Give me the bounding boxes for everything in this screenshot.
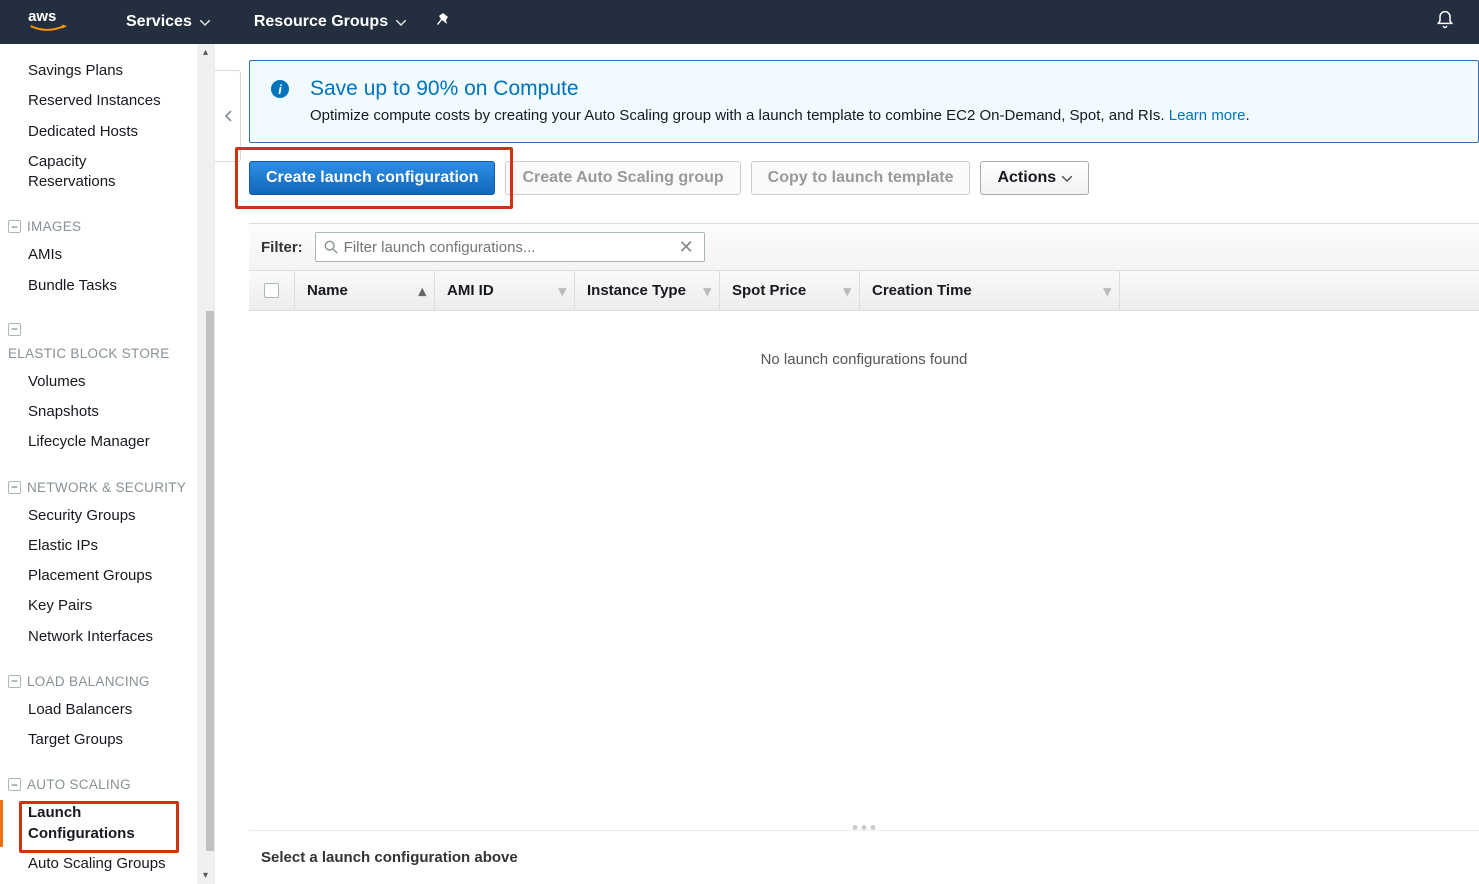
info-icon: i bbox=[270, 79, 290, 124]
sidebar-scrollbar[interactable]: ▴ ▾ bbox=[197, 44, 214, 884]
notifications-icon[interactable] bbox=[1435, 10, 1455, 35]
scroll-down-icon[interactable]: ▾ bbox=[197, 867, 214, 884]
svg-text:i: i bbox=[278, 82, 282, 97]
create-launch-configuration-button[interactable]: Create launch configuration bbox=[249, 161, 495, 195]
empty-message: No launch configurations found bbox=[249, 311, 1479, 408]
sidebar-item-security-groups[interactable]: Security Groups bbox=[8, 501, 214, 531]
chevron-down-icon bbox=[200, 13, 210, 31]
resource-groups-label: Resource Groups bbox=[254, 13, 388, 31]
filter-label: Filter: bbox=[261, 239, 303, 256]
top-nav: aws Services Resource Groups bbox=[0, 0, 1479, 44]
sidebar-item-auto-scaling-groups[interactable]: Auto Scaling Groups bbox=[8, 849, 214, 879]
collapse-icon[interactable]: − bbox=[8, 220, 21, 233]
collapse-icon[interactable]: − bbox=[8, 675, 21, 688]
resize-handle[interactable] bbox=[853, 825, 876, 830]
sort-icon: ▾ bbox=[1103, 282, 1111, 300]
column-ami-id[interactable]: AMI ID ▾ bbox=[435, 271, 575, 310]
aws-logo[interactable]: aws bbox=[24, 7, 82, 37]
sidebar-collapse-button[interactable] bbox=[215, 70, 241, 162]
pin-icon[interactable] bbox=[436, 12, 452, 33]
info-banner: i Save up to 90% on Compute Optimize com… bbox=[249, 60, 1479, 143]
sort-asc-icon: ▴ bbox=[418, 282, 426, 300]
sidebar-item-volumes[interactable]: Volumes bbox=[8, 367, 214, 397]
banner-title: Save up to 90% on Compute bbox=[310, 77, 1250, 101]
sidebar-section-label: ELASTIC BLOCK STORE bbox=[8, 346, 170, 361]
table-body: No launch configurations found bbox=[249, 311, 1479, 831]
action-bar: Create launch configuration Create Auto … bbox=[249, 161, 1479, 195]
search-icon bbox=[324, 240, 338, 254]
detail-panel: Select a launch configuration above bbox=[249, 831, 1479, 884]
sidebar-section-ebs: ELASTIC BLOCK STORE bbox=[8, 346, 214, 361]
sidebar-section-network: − NETWORK & SECURITY bbox=[8, 480, 214, 495]
detail-message: Select a launch configuration above bbox=[261, 849, 518, 866]
column-name[interactable]: Name ▴ bbox=[295, 271, 435, 310]
sidebar-item-target-groups[interactable]: Target Groups bbox=[8, 725, 214, 755]
filter-bar: Filter: ✕ bbox=[249, 223, 1479, 271]
main-content: i Save up to 90% on Compute Optimize com… bbox=[241, 44, 1479, 884]
sidebar-section-blank: − bbox=[8, 323, 214, 336]
actions-menu-button[interactable]: Actions bbox=[980, 161, 1089, 195]
chevron-down-icon bbox=[396, 13, 406, 31]
sidebar-section-label: LOAD BALANCING bbox=[27, 674, 150, 689]
svg-text:aws: aws bbox=[28, 9, 56, 25]
sidebar-item-dedicated-hosts[interactable]: Dedicated Hosts bbox=[8, 117, 214, 147]
banner-body: Optimize compute costs by creating your … bbox=[310, 107, 1250, 124]
sidebar-section-images: − IMAGES bbox=[8, 219, 214, 234]
sidebar-section-lb: − LOAD BALANCING bbox=[8, 674, 214, 689]
sort-icon: ▾ bbox=[843, 282, 851, 300]
select-all-checkbox[interactable] bbox=[264, 283, 279, 298]
sidebar-item-launch-configurations[interactable]: Launch Configurations bbox=[8, 798, 158, 849]
sidebar-item-snapshots[interactable]: Snapshots bbox=[8, 397, 214, 427]
learn-more-link[interactable]: Learn more bbox=[1169, 107, 1246, 124]
create-auto-scaling-group-button: Create Auto Scaling group bbox=[505, 161, 740, 195]
scroll-thumb[interactable] bbox=[206, 311, 216, 851]
sidebar-item-network-interfaces[interactable]: Network Interfaces bbox=[8, 622, 214, 652]
resource-groups-menu[interactable]: Resource Groups bbox=[254, 13, 406, 31]
sidebar-item-load-balancers[interactable]: Load Balancers bbox=[8, 695, 214, 725]
column-creation-time[interactable]: Creation Time ▾ bbox=[860, 271, 1120, 310]
collapse-icon[interactable]: − bbox=[8, 778, 21, 791]
sort-icon: ▾ bbox=[558, 282, 566, 300]
sidebar-section-label: NETWORK & SECURITY bbox=[27, 480, 186, 495]
sidebar: Savings Plans Reserved Instances Dedicat… bbox=[0, 44, 215, 884]
column-spot-price[interactable]: Spot Price ▾ bbox=[720, 271, 860, 310]
collapse-icon[interactable]: − bbox=[8, 323, 21, 336]
sidebar-item-placement-groups[interactable]: Placement Groups bbox=[8, 561, 214, 591]
sidebar-item-elastic-ips[interactable]: Elastic IPs bbox=[8, 531, 214, 561]
sidebar-item-reserved-instances[interactable]: Reserved Instances bbox=[8, 86, 214, 116]
sidebar-section-label: AUTO SCALING bbox=[27, 777, 131, 792]
scroll-up-icon[interactable]: ▴ bbox=[197, 44, 214, 61]
clear-filter-icon[interactable]: ✕ bbox=[677, 237, 696, 258]
sidebar-item-savings-plans[interactable]: Savings Plans bbox=[8, 56, 214, 86]
sort-icon: ▾ bbox=[703, 282, 711, 300]
chevron-left-icon bbox=[224, 110, 232, 122]
filter-input-wrapper[interactable]: ✕ bbox=[315, 232, 705, 262]
collapse-icon[interactable]: − bbox=[8, 481, 21, 494]
services-menu[interactable]: Services bbox=[126, 13, 210, 31]
column-instance-type[interactable]: Instance Type ▾ bbox=[575, 271, 720, 310]
table-header: Name ▴ AMI ID ▾ Instance Type ▾ Spot Pri… bbox=[249, 271, 1479, 311]
services-label: Services bbox=[126, 13, 192, 31]
sidebar-item-bundle-tasks[interactable]: Bundle Tasks bbox=[8, 271, 214, 301]
copy-to-launch-template-button: Copy to launch template bbox=[751, 161, 971, 195]
chevron-down-icon bbox=[1062, 169, 1072, 187]
sidebar-section-label: IMAGES bbox=[27, 219, 81, 234]
sidebar-section-auto-scaling: − AUTO SCALING bbox=[8, 777, 214, 792]
sidebar-item-key-pairs[interactable]: Key Pairs bbox=[8, 591, 214, 621]
sidebar-item-lifecycle-manager[interactable]: Lifecycle Manager bbox=[8, 427, 214, 457]
sidebar-item-amis[interactable]: AMIs bbox=[8, 240, 214, 270]
filter-input[interactable] bbox=[344, 239, 677, 256]
sidebar-item-capacity-reservations[interactable]: Capacity Reservations bbox=[8, 147, 168, 198]
actions-label: Actions bbox=[997, 169, 1056, 187]
